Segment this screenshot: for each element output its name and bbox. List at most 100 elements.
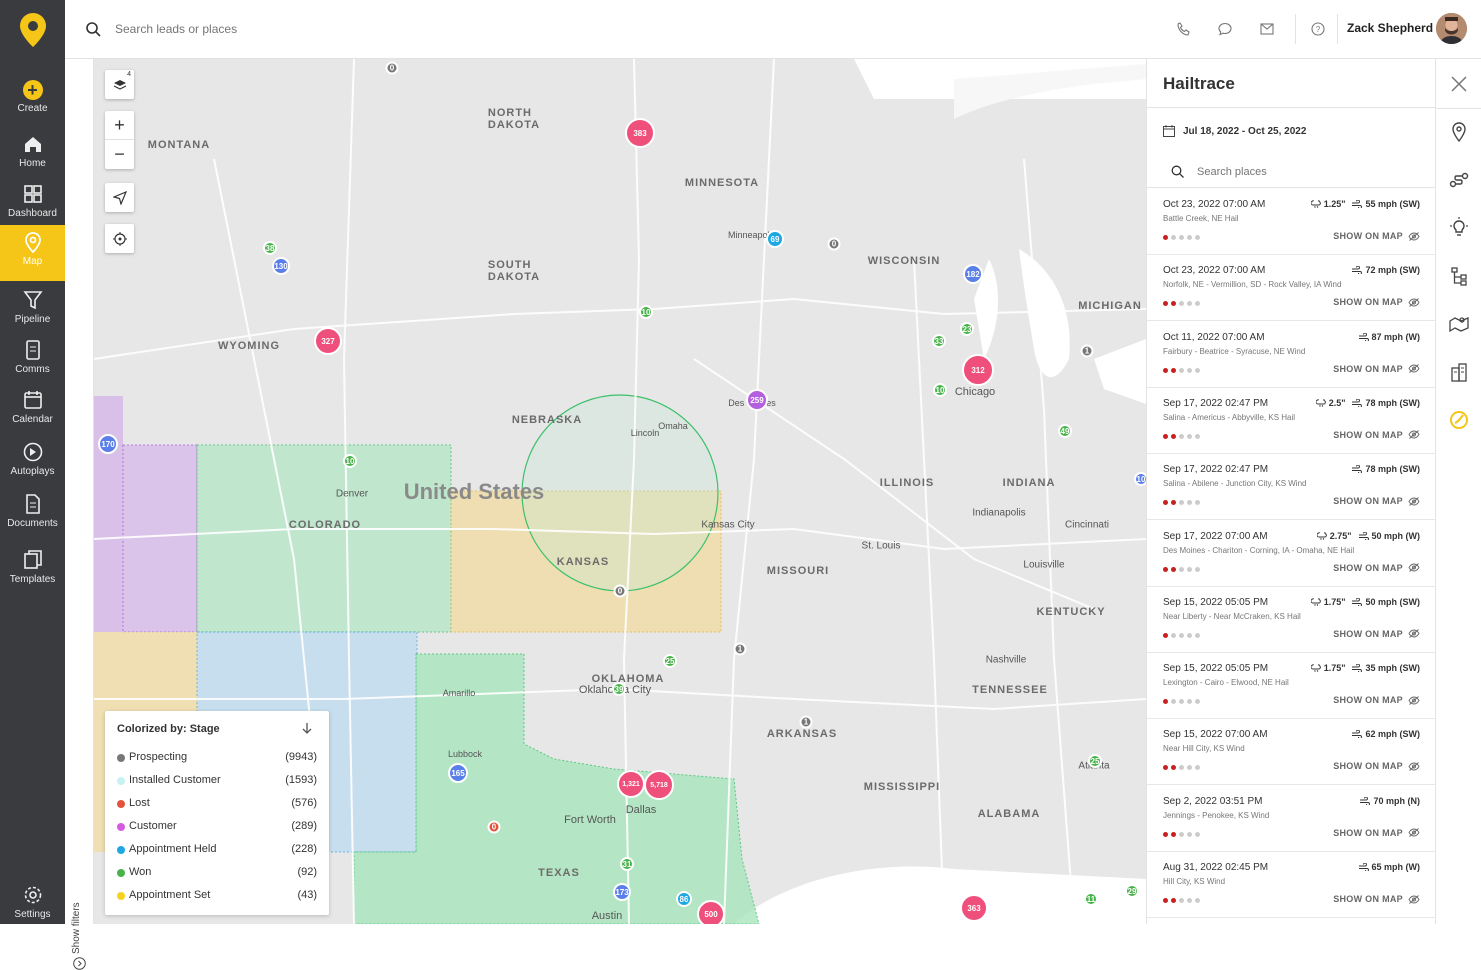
- sidebar-item-comms[interactable]: Comms: [0, 333, 65, 389]
- chevron-right-icon[interactable]: [73, 957, 86, 970]
- hailtrace-logo-icon[interactable]: [1448, 409, 1470, 431]
- cluster-marker[interactable]: 0: [385, 61, 399, 75]
- show-on-map-button[interactable]: SHOW ON MAP: [1333, 231, 1420, 241]
- legend-item[interactable]: Prospecting (9943): [117, 751, 317, 767]
- hail-event-item[interactable]: Sep 15, 2022 07:00 AM 62 mph (SW) Near Hil…: [1147, 719, 1435, 786]
- lightbulb-icon[interactable]: [1448, 217, 1470, 239]
- map-pins-icon[interactable]: [1448, 313, 1470, 335]
- cluster-marker[interactable]: 10: [933, 383, 947, 397]
- mail-button[interactable]: [1256, 18, 1278, 40]
- show-on-map-button[interactable]: SHOW ON MAP: [1333, 629, 1420, 639]
- cluster-marker[interactable]: 1,321: [617, 770, 645, 798]
- show-on-map-button[interactable]: SHOW ON MAP: [1333, 563, 1420, 573]
- cluster-marker[interactable]: 383: [625, 118, 655, 148]
- filter-strip[interactable]: Show filters: [65, 59, 94, 970]
- hail-event-item[interactable]: Sep 17, 2022 07:00 AM 2.75" 50 mph (W) Des …: [1147, 521, 1435, 587]
- hail-event-item[interactable]: Aug 31, 2022 02:45 PM 65 mph (W) Hill City…: [1147, 852, 1435, 918]
- my-location-button[interactable]: [105, 224, 134, 253]
- sidebar-item-autoplays[interactable]: Autoplays: [0, 435, 65, 491]
- arrow-down-icon[interactable]: [300, 721, 314, 735]
- cluster-marker[interactable]: 25: [663, 654, 677, 668]
- cluster-marker[interactable]: 259: [746, 389, 768, 411]
- cluster-marker[interactable]: 29: [1125, 884, 1139, 898]
- hail-event-item[interactable]: Oct 23, 2022 07:00 AM 72 mph (SW) Norfolk,…: [1147, 255, 1435, 322]
- search-places-input[interactable]: [1197, 163, 1417, 181]
- hierarchy-icon[interactable]: [1448, 265, 1470, 287]
- hail-event-item[interactable]: Sep 2, 2022 03:51 PM 70 mph (N) Jennings -…: [1147, 786, 1435, 852]
- cluster-marker[interactable]: 49: [1058, 424, 1072, 438]
- phone-button[interactable]: [1173, 18, 1195, 40]
- show-on-map-button[interactable]: SHOW ON MAP: [1333, 761, 1420, 771]
- sidebar-item-create[interactable]: + Create: [0, 72, 65, 118]
- cluster-marker[interactable]: 1: [1080, 344, 1094, 358]
- show-on-map-button[interactable]: SHOW ON MAP: [1333, 496, 1420, 506]
- legend-item[interactable]: Won (92): [117, 866, 317, 882]
- cluster-marker[interactable]: 0: [613, 584, 627, 598]
- sidebar-item-map[interactable]: Map: [0, 225, 65, 281]
- date-range-picker[interactable]: Jul 18, 2022 - Oct 25, 2022: [1183, 126, 1306, 137]
- route-icon[interactable]: [1448, 169, 1470, 191]
- navigate-button[interactable]: [105, 183, 134, 212]
- cluster-marker[interactable]: 312: [962, 354, 994, 386]
- search-leads-input[interactable]: [115, 18, 515, 40]
- cluster-marker[interactable]: 11: [1084, 892, 1098, 906]
- show-on-map-button[interactable]: SHOW ON MAP: [1333, 828, 1420, 838]
- cluster-marker[interactable]: 33: [932, 334, 946, 348]
- cluster-marker[interactable]: 1: [799, 715, 813, 729]
- cluster-marker[interactable]: 25: [1088, 754, 1102, 768]
- cluster-marker[interactable]: 170: [98, 434, 118, 454]
- show-on-map-button[interactable]: SHOW ON MAP: [1333, 430, 1420, 440]
- hail-event-item[interactable]: Sep 17, 2022 02:47 PM 78 mph (SW) Salina -…: [1147, 454, 1435, 521]
- sidebar-item-pipeline[interactable]: Pipeline: [0, 283, 65, 339]
- cluster-marker[interactable]: 10: [1134, 472, 1146, 486]
- cluster-marker[interactable]: 5,718: [644, 770, 674, 800]
- location-pin-icon[interactable]: [1448, 121, 1470, 143]
- legend-item[interactable]: Appointment Held (228): [117, 843, 317, 859]
- cluster-marker[interactable]: 69: [766, 230, 784, 248]
- cluster-marker[interactable]: 165: [448, 763, 468, 783]
- sidebar-item-home[interactable]: Home: [0, 127, 65, 183]
- app-logo-icon[interactable]: [19, 12, 47, 48]
- user-name[interactable]: Zack Shepherd: [1347, 21, 1433, 35]
- cluster-marker[interactable]: 173: [613, 883, 631, 901]
- show-on-map-button[interactable]: SHOW ON MAP: [1333, 695, 1420, 705]
- cluster-marker[interactable]: 1: [733, 642, 747, 656]
- avatar[interactable]: [1436, 13, 1467, 44]
- zoom-in-button[interactable]: +: [105, 111, 134, 140]
- sidebar-item-templates[interactable]: Templates: [0, 543, 65, 599]
- hail-event-item[interactable]: Oct 23, 2022 07:00 AM 1.25" 55 mph (SW) Bat…: [1147, 189, 1435, 255]
- cluster-marker[interactable]: 182: [963, 264, 983, 284]
- cluster-marker[interactable]: 23: [960, 322, 974, 336]
- cluster-marker[interactable]: 10: [343, 454, 357, 468]
- chat-button[interactable]: [1214, 18, 1236, 40]
- cluster-marker[interactable]: 86: [676, 891, 692, 907]
- close-icon[interactable]: [1448, 73, 1470, 95]
- layers-button[interactable]: 4: [105, 70, 134, 99]
- legend-item[interactable]: Installed Customer (1593): [117, 774, 317, 790]
- help-button[interactable]: ?: [1307, 18, 1329, 40]
- hail-event-item[interactable]: Sep 15, 2022 05:05 PM 1.75" 35 mph (SW) Lex…: [1147, 653, 1435, 720]
- cluster-marker[interactable]: 0: [487, 820, 501, 834]
- zoom-out-button[interactable]: −: [105, 140, 134, 169]
- legend-item[interactable]: Appointment Set (43): [117, 889, 317, 905]
- show-on-map-button[interactable]: SHOW ON MAP: [1333, 297, 1420, 307]
- show-on-map-button[interactable]: SHOW ON MAP: [1333, 894, 1420, 904]
- cluster-marker[interactable]: 130: [272, 257, 290, 275]
- buildings-icon[interactable]: [1448, 361, 1470, 383]
- show-filters-toggle[interactable]: Show filters: [71, 902, 82, 954]
- show-on-map-button[interactable]: SHOW ON MAP: [1333, 364, 1420, 374]
- cluster-marker[interactable]: 31: [620, 857, 634, 871]
- sidebar-item-calendar[interactable]: Calendar: [0, 383, 65, 439]
- legend-item[interactable]: Lost (576): [117, 797, 317, 813]
- hail-event-item[interactable]: Oct 11, 2022 07:00 AM 87 mph (W) Fairbury …: [1147, 322, 1435, 388]
- cluster-marker[interactable]: 500: [697, 900, 725, 924]
- cluster-marker[interactable]: 38: [263, 241, 277, 255]
- legend-item[interactable]: Customer (289): [117, 820, 317, 836]
- cluster-marker[interactable]: 363: [960, 894, 988, 922]
- cluster-marker[interactable]: 0: [827, 237, 841, 251]
- cluster-marker[interactable]: 10: [639, 305, 653, 319]
- hail-event-item[interactable]: Sep 17, 2022 02:47 PM 2.5" 78 mph (SW) Sali…: [1147, 388, 1435, 454]
- cluster-marker[interactable]: 39: [612, 682, 626, 696]
- cluster-marker[interactable]: 327: [314, 327, 342, 355]
- sidebar-item-documents[interactable]: Documents: [0, 487, 65, 543]
